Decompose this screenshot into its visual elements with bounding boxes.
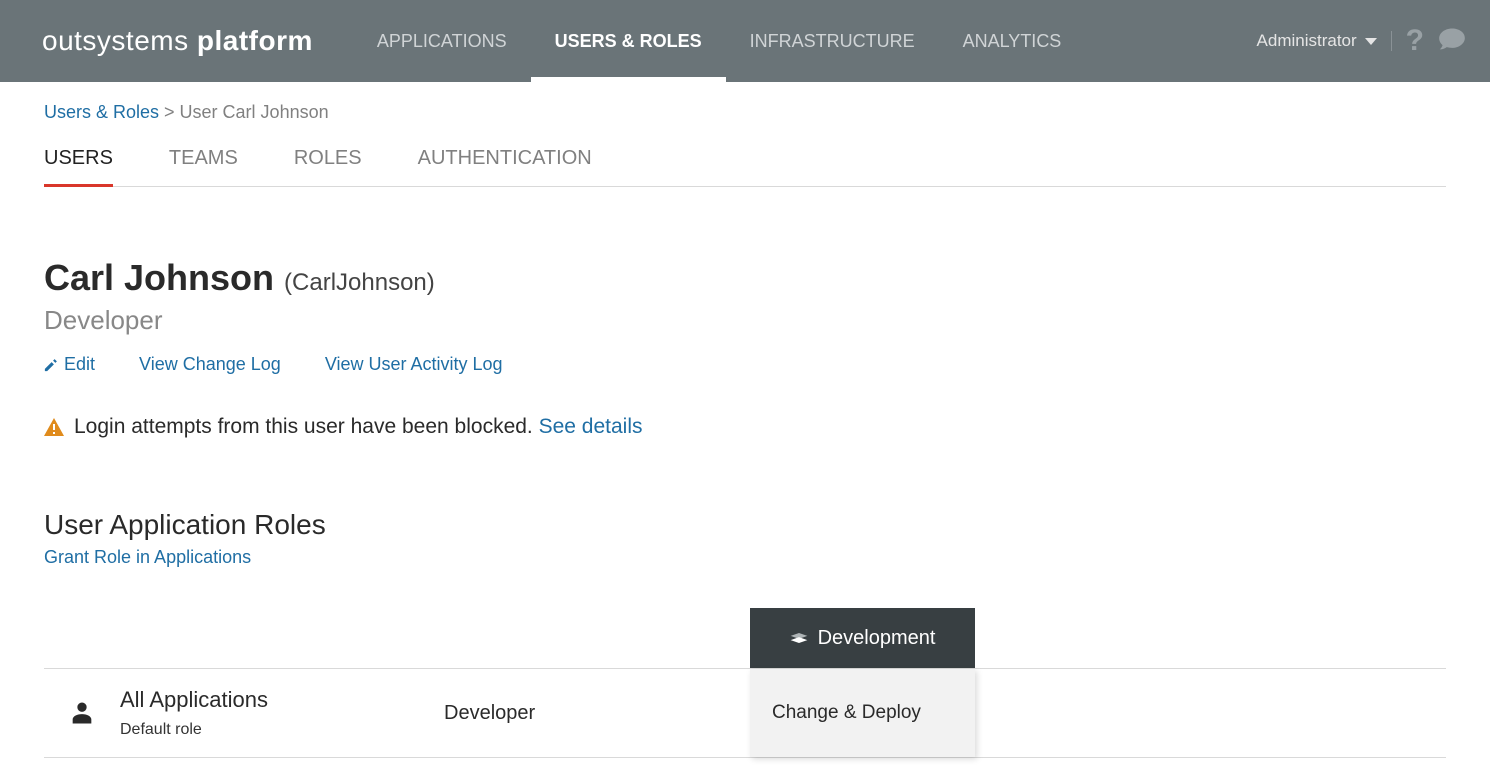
edit-link[interactable]: Edit <box>44 354 95 375</box>
chat-icon[interactable] <box>1438 27 1466 56</box>
page-title: Carl Johnson (CarlJohnson) <box>44 257 1446 299</box>
nav-items: APPLICATIONS USERS & ROLES INFRASTRUCTUR… <box>353 0 1257 82</box>
app-name: All Applications <box>120 687 268 713</box>
nav-users-roles[interactable]: USERS & ROLES <box>531 0 726 82</box>
tab-roles[interactable]: ROLES <box>294 147 362 186</box>
top-navigation: outsystems platform APPLICATIONS USERS &… <box>0 0 1490 82</box>
view-change-log-link[interactable]: View Change Log <box>139 354 281 375</box>
logo-text-light: outsystems <box>42 25 189 56</box>
tab-users[interactable]: USERS <box>44 147 113 187</box>
nav-applications[interactable]: APPLICATIONS <box>353 0 531 82</box>
page-body: Carl Johnson (CarlJohnson) Developer Edi… <box>44 187 1446 758</box>
user-username: (CarlJohnson) <box>284 269 435 296</box>
person-icon <box>68 699 96 727</box>
breadcrumb-current: User Carl Johnson <box>180 102 329 122</box>
see-details-link[interactable]: See details <box>539 415 643 438</box>
breadcrumb-separator: > <box>159 102 180 122</box>
table-row: All Applications Default role Developer … <box>44 668 1446 758</box>
nav-infrastructure[interactable]: INFRASTRUCTURE <box>726 0 939 82</box>
warning-icon <box>44 417 64 437</box>
edit-label: Edit <box>64 354 95 375</box>
user-name-label: Administrator <box>1257 31 1357 51</box>
caret-down-icon <box>1365 38 1377 45</box>
sub-tabs: USERS TEAMS ROLES AUTHENTICATION <box>44 147 1446 187</box>
view-activity-log-link[interactable]: View User Activity Log <box>325 354 503 375</box>
env-header-label: Development <box>818 627 936 650</box>
stack-icon <box>790 633 808 643</box>
section-title: User Application Roles <box>44 509 1446 541</box>
col-role: Developer <box>444 669 750 757</box>
alert-box: Login attempts from this user have been … <box>44 415 1446 439</box>
alert-text: Login attempts from this user have been … <box>74 415 539 438</box>
roles-table: Development All Applications Default rol… <box>44 608 1446 758</box>
grant-role-link[interactable]: Grant Role in Applications <box>44 547 251 568</box>
action-links: Edit View Change Log View User Activity … <box>44 354 1446 375</box>
user-menu[interactable]: Administrator <box>1257 31 1392 51</box>
logo: outsystems platform <box>42 25 313 57</box>
user-role-label: Developer <box>44 305 1446 336</box>
breadcrumb-link[interactable]: Users & Roles <box>44 102 159 122</box>
col-env[interactable]: Change & Deploy <box>750 669 975 757</box>
help-icon[interactable]: ? <box>1406 24 1424 58</box>
env-header: Development <box>750 608 975 668</box>
nav-analytics[interactable]: ANALYTICS <box>939 0 1086 82</box>
user-display-name: Carl Johnson <box>44 257 274 298</box>
tab-authentication[interactable]: AUTHENTICATION <box>418 147 592 186</box>
content: Users & Roles > User Carl Johnson USERS … <box>0 82 1490 758</box>
roles-header: Development <box>44 608 1446 668</box>
app-sub: Default role <box>120 721 268 739</box>
breadcrumb: Users & Roles > User Carl Johnson <box>44 82 1446 147</box>
logo-text-bold: platform <box>197 25 313 56</box>
nav-right: Administrator ? <box>1257 24 1466 58</box>
tab-teams[interactable]: TEAMS <box>169 147 238 186</box>
pencil-icon <box>44 358 58 372</box>
col-app: All Applications Default role <box>44 669 444 757</box>
